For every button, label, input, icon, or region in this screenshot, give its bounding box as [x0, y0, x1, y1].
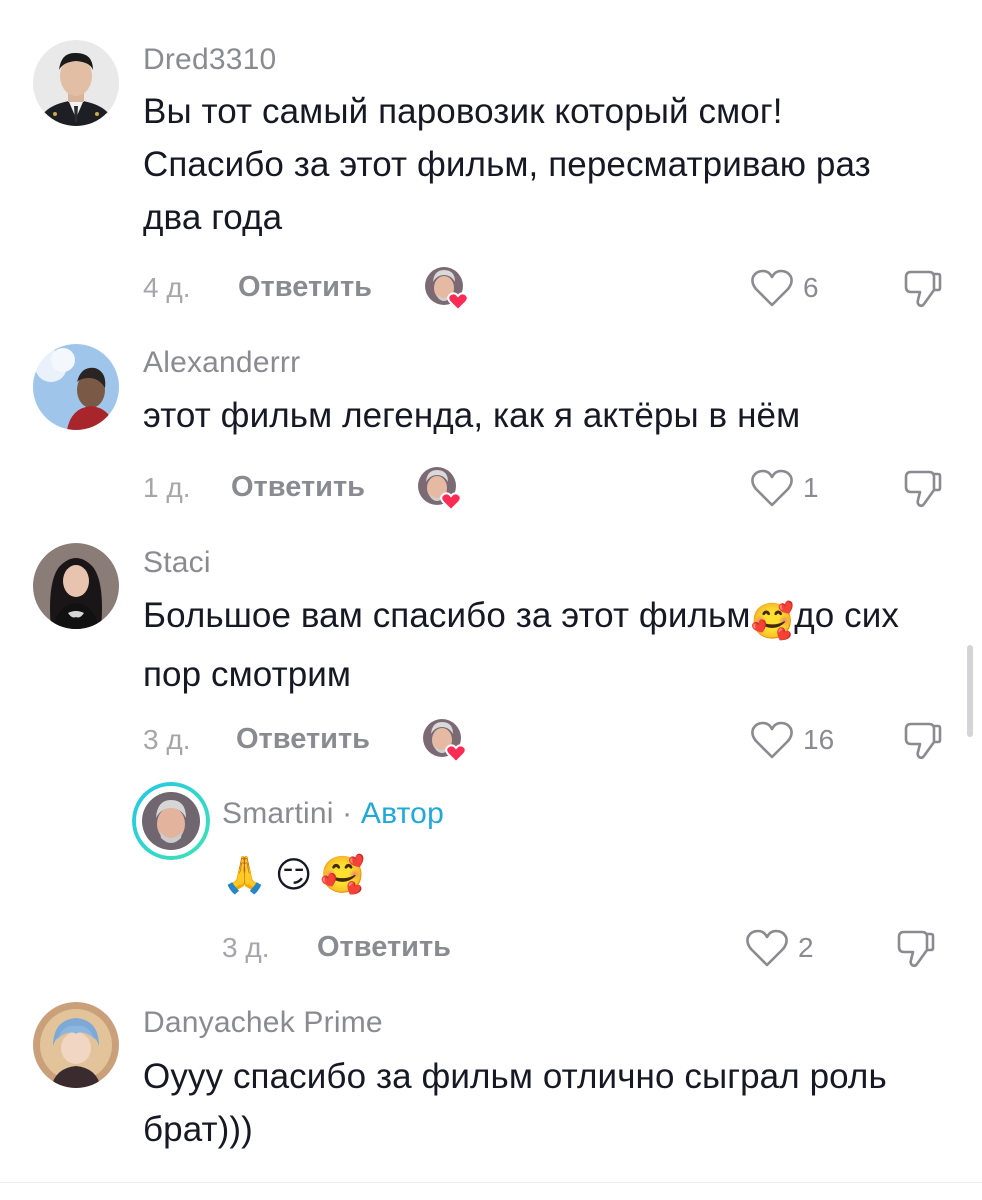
heart-outline-icon[interactable] — [745, 928, 789, 968]
heart-outline-icon[interactable] — [750, 268, 794, 308]
avatar[interactable] — [33, 344, 119, 430]
comment-text: 🙏😏🥰 — [222, 848, 982, 901]
like-count: 2 — [798, 932, 814, 963]
like-count: 1 — [803, 472, 819, 503]
username[interactable]: Smartini — [222, 797, 334, 830]
divider — [0, 1182, 982, 1183]
comment-date: 1 д. — [143, 472, 191, 503]
comment-date: 3 д. — [222, 932, 270, 963]
username[interactable]: Staci — [143, 546, 211, 580]
scrollbar[interactable] — [967, 645, 973, 737]
reply-button[interactable]: Ответить — [238, 271, 372, 304]
thumbs-down-icon[interactable] — [895, 928, 935, 970]
avatar[interactable] — [33, 40, 119, 126]
avatar[interactable] — [33, 543, 119, 629]
username[interactable]: Dred3310 — [143, 43, 276, 77]
like-count: 6 — [803, 272, 819, 303]
comment-text: Вы тот самый паровозик который смог! Спа… — [143, 92, 871, 237]
comment-text: Большое вам спасибо за этот фильм🥰до сих… — [143, 589, 933, 701]
smiling-face-with-hearts-emoji: 🥰 — [320, 854, 374, 895]
avatar[interactable] — [33, 1002, 119, 1088]
heart-outline-icon[interactable] — [750, 468, 794, 508]
author-avatar[interactable] — [132, 782, 210, 860]
comment-date: 4 д. — [143, 272, 191, 303]
thumbs-down-icon[interactable] — [902, 268, 942, 310]
username[interactable]: Danyachek Prime — [143, 1006, 383, 1040]
reply-button[interactable]: Ответить — [231, 471, 365, 504]
creator-liked-badge-icon — [417, 466, 463, 512]
separator: · — [333, 797, 361, 830]
comment-text: Оууу спасибо за фильм отлично сыграл рол… — [143, 1057, 887, 1149]
heart-outline-icon[interactable] — [750, 720, 794, 760]
author-header: Smartini · Автор — [222, 797, 444, 831]
comment-date: 3 д. — [143, 724, 191, 755]
thumbs-down-icon[interactable] — [902, 468, 942, 510]
smirking-face-emoji: 😏 — [274, 854, 321, 895]
creator-liked-badge-icon — [424, 266, 470, 312]
creator-liked-badge-icon — [422, 718, 468, 764]
reply-button[interactable]: Ответить — [317, 931, 451, 964]
comment-text-part: Большое вам спасибо за этот фильм — [143, 596, 751, 635]
reply-button[interactable]: Ответить — [236, 723, 370, 756]
author-badge: Автор — [360, 797, 444, 830]
like-count: 16 — [803, 724, 835, 755]
comment-text: этот фильм легенда, как я актёры в нём — [143, 396, 801, 435]
username[interactable]: Alexanderrr — [143, 346, 300, 380]
thumbs-down-icon[interactable] — [902, 720, 942, 762]
smiling-face-with-hearts-emoji: 🥰 — [750, 602, 795, 641]
folded-hands-emoji: 🙏 — [222, 854, 275, 895]
